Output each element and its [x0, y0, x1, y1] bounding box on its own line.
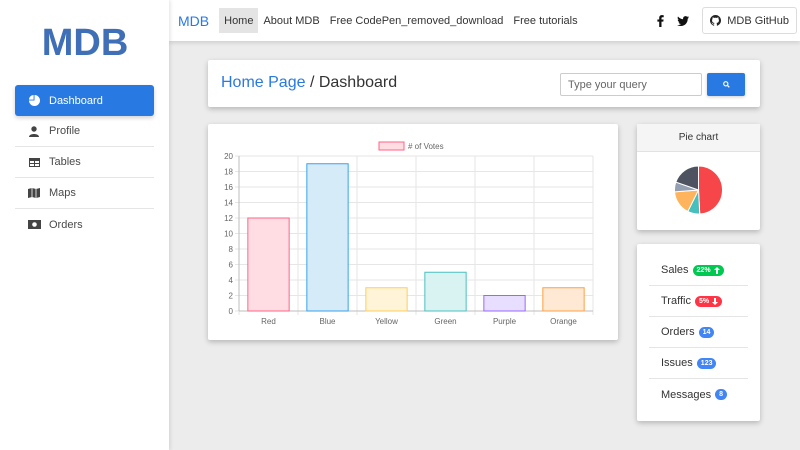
stat-label: Sales	[661, 264, 689, 276]
stat-label: Traffic	[661, 295, 691, 307]
pie-slice[interactable]	[698, 165, 723, 215]
sidebar-menu: Dashboard Profile Tables Maps Orders	[15, 85, 154, 240]
bar-orange[interactable]	[542, 287, 585, 312]
stats-list: Sales 22% Traffic 5% Orders 14 Issues 123 Messag…	[649, 255, 748, 410]
navbar-brand[interactable]: MDB	[178, 13, 209, 29]
x-tick-label: Blue	[319, 317, 336, 326]
sidebar-item-profile[interactable]: Profile	[15, 116, 154, 147]
bar-blue[interactable]	[306, 163, 349, 312]
table-icon	[27, 156, 41, 168]
stat-item-orders[interactable]: Orders 14	[649, 317, 748, 348]
stat-badge-value: 123	[700, 359, 713, 367]
x-tick-label: Orange	[550, 317, 577, 326]
y-tick-label: 14	[224, 199, 233, 208]
sidebar-item-label: Orders	[49, 218, 83, 231]
stat-badge-value: 8	[719, 391, 724, 398]
stat-badge-value: 22%	[696, 266, 711, 274]
breadcrumb-current: Dashboard	[318, 74, 398, 91]
y-tick-label: 16	[224, 183, 233, 192]
y-tick-label: 0	[229, 307, 234, 316]
x-tick-label: Green	[434, 317, 456, 326]
bar-chart: # of Votes 0 2 4 6 8 10 12 14 16 18 20 Red Blue Yellow…	[224, 141, 594, 326]
map-icon	[27, 187, 41, 199]
stat-item-sales[interactable]: Sales 22%	[649, 255, 748, 286]
page-header-card: Home Page / Dashboard	[208, 60, 760, 107]
x-tick-label: Yellow	[375, 317, 398, 326]
sidebar-item-maps[interactable]: Maps	[15, 178, 154, 209]
sidebar-item-label: Profile	[49, 125, 81, 137]
sidebar-item-label: Tables	[49, 156, 81, 168]
y-tick-label: 12	[224, 214, 233, 223]
arrow-down-icon	[712, 297, 719, 305]
y-tick-label: 6	[229, 261, 234, 270]
legend-label: # of Votes	[408, 142, 444, 151]
y-tick-label: 2	[229, 292, 234, 301]
pie-chart-card: Pie chart	[637, 124, 760, 230]
y-tick-label: 20	[224, 152, 233, 161]
pie-chart	[674, 165, 723, 215]
pie-chart-icon	[27, 95, 41, 107]
stat-label: Orders	[661, 326, 695, 338]
github-icon	[710, 15, 722, 26]
sidebar-item-label: Maps	[49, 187, 76, 199]
sidebar-item-label: Dashboard	[49, 94, 103, 107]
search-input[interactable]	[560, 73, 702, 96]
top-navbar: MDB Home About MDB Free CodePen_removed_…	[169, 0, 800, 41]
stat-badge: 123	[696, 357, 717, 369]
x-tick-label: Red	[261, 317, 276, 326]
x-tick-label: Purple	[493, 317, 517, 326]
github-button[interactable]: MDB GitHub	[702, 7, 797, 34]
user-icon	[27, 125, 41, 137]
y-tick-label: 10	[224, 230, 233, 239]
facebook-icon[interactable]	[650, 11, 670, 31]
pie-chart-title: Pie chart	[637, 124, 760, 152]
sidebar-item-dashboard[interactable]: Dashboard	[15, 85, 154, 116]
twitter-icon[interactable]	[673, 11, 693, 31]
bar-purple[interactable]	[483, 295, 526, 312]
stat-badge-value: 5%	[698, 297, 710, 305]
stat-badge: 5%	[694, 295, 723, 307]
github-label: MDB GitHub	[727, 14, 789, 27]
stat-badge: 14	[698, 326, 715, 338]
stat-label: Issues	[661, 357, 693, 369]
logo-text: MDB	[42, 22, 129, 60]
stat-badge: 8	[715, 389, 728, 400]
sidebar-item-orders[interactable]: Orders	[15, 209, 154, 240]
stat-item-issues[interactable]: Issues 123	[649, 348, 748, 379]
y-tick-label: 4	[229, 276, 234, 285]
search-button[interactable]	[707, 73, 745, 96]
sidebar-item-tables[interactable]: Tables	[15, 147, 154, 178]
chart-legend: # of Votes	[378, 141, 444, 151]
breadcrumb-separator: /	[305, 74, 319, 91]
stat-badge-value: 14	[702, 328, 711, 336]
y-tick-label: 18	[224, 168, 233, 177]
navbar-right: MDB GitHub	[650, 7, 797, 34]
mdb-logo: MDB	[42, 22, 129, 60]
bar-red[interactable]	[247, 217, 290, 312]
stats-card: Sales 22% Traffic 5% Orders 14 Issues 123 Messag…	[637, 244, 760, 421]
breadcrumb: Home Page / Dashboard	[221, 74, 397, 92]
arrow-up-icon	[713, 266, 720, 274]
stat-label: Messages	[661, 388, 712, 401]
legend-swatch	[378, 141, 405, 151]
stat-item-traffic[interactable]: Traffic 5%	[649, 286, 748, 317]
nav-link-about[interactable]: About MDB	[258, 8, 324, 33]
nav-link-download[interactable]: Free CodePen_removed_download	[325, 8, 509, 33]
bar-green[interactable]	[424, 271, 467, 312]
breadcrumb-home-link[interactable]: Home Page	[221, 74, 306, 91]
stat-item-messages[interactable]: Messages 8	[649, 379, 748, 410]
y-tick-label: 8	[229, 245, 234, 254]
nav-link-home[interactable]: Home	[219, 8, 259, 33]
money-icon	[27, 219, 41, 231]
bar-chart-card: # of Votes 0 2 4 6 8 10 12 14 16 18 20 Red Blue Yellow…	[208, 124, 618, 340]
search-icon	[722, 81, 730, 88]
sidebar: MDB Dashboard Profile Tables Maps Orders	[0, 0, 169, 450]
nav-link-tutorials[interactable]: Free tutorials	[508, 8, 582, 33]
stat-badge: 22%	[692, 264, 724, 276]
bar-yellow[interactable]	[365, 287, 408, 312]
